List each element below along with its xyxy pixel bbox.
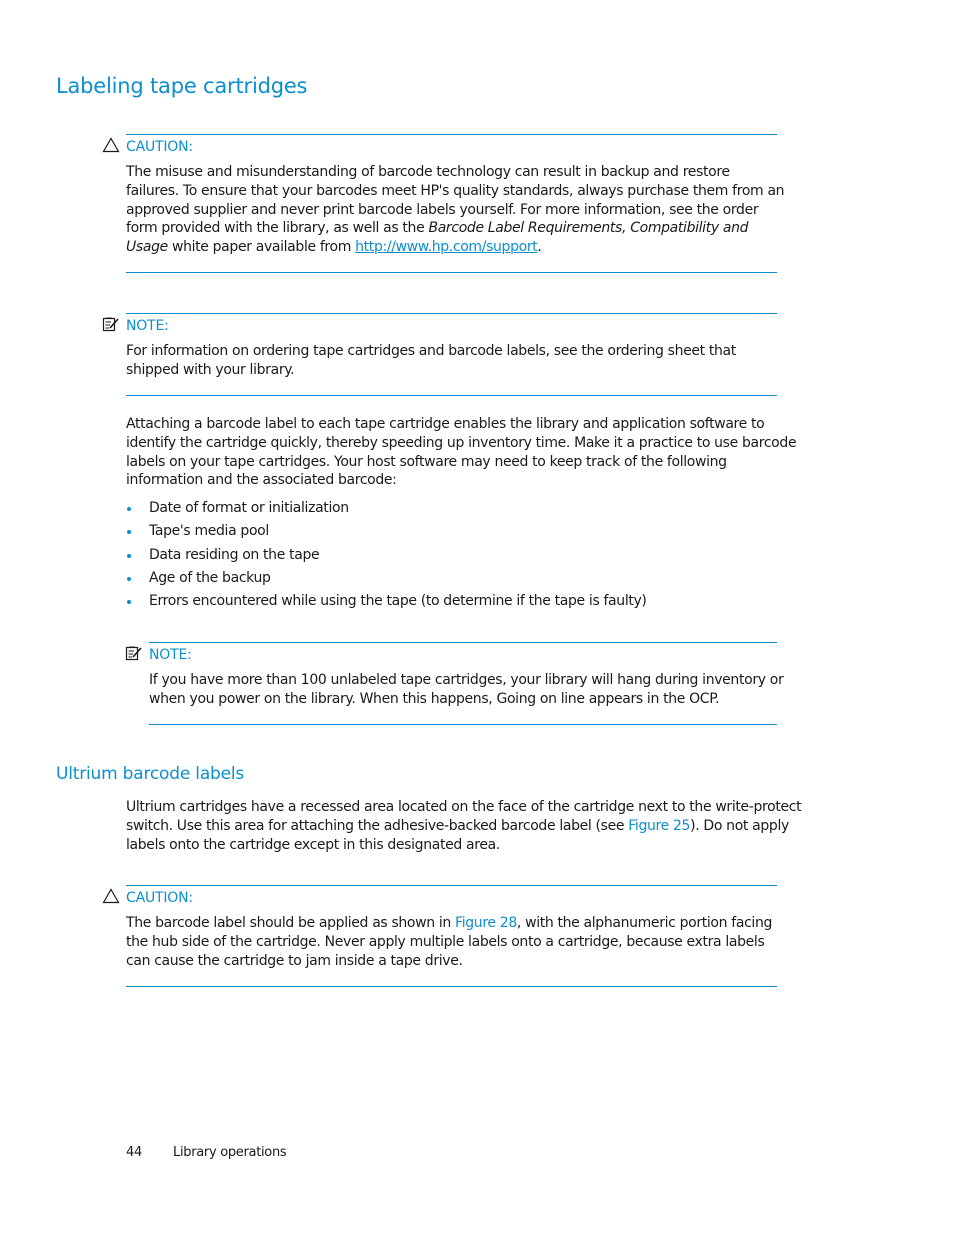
caution-text-end: .: [537, 239, 542, 256]
caution-label: CAUTION:: [126, 890, 193, 906]
bullet-icon: [127, 507, 131, 511]
warning-triangle-icon: [102, 137, 120, 153]
list-item-text: Date of format or initialization: [149, 500, 349, 516]
list-item: Age of the backup: [126, 567, 647, 590]
list-item-text: Tape's media pool: [149, 523, 269, 540]
note-label: NOTE:: [126, 318, 169, 334]
note-pencil-icon: [102, 317, 119, 332]
document-page: Labeling tape cartridges CAUTION: The mi…: [0, 0, 954, 1235]
list-item: Date of format or initialization: [126, 497, 647, 520]
subsection-heading: Ultrium barcode labels: [56, 764, 245, 784]
intro-paragraph: Attaching a barcode label to each tape c…: [126, 416, 797, 489]
note-text: If you have more than 100 unlabeled tape…: [149, 672, 784, 707]
bullet-icon: [127, 530, 131, 535]
list-item: Tape's media pool: [126, 520, 647, 543]
list-item: Errors encountered while using the tape …: [126, 590, 647, 613]
bullet-icon: [127, 576, 131, 581]
list-item-text: Errors encountered while using the tape …: [149, 593, 647, 610]
footer-section-title: Library operations: [173, 1145, 287, 1160]
note-box: NOTE: If you have more than 100 unlabele…: [125, 642, 784, 725]
section-heading: Labeling tape cartridges: [56, 74, 308, 98]
page-number: 44: [126, 1145, 142, 1160]
warning-triangle-icon: [102, 888, 120, 904]
note-pencil-icon: [125, 646, 142, 661]
caution-text-part: white paper available from: [167, 239, 356, 256]
bullet-icon: [127, 600, 131, 605]
information-list: Date of format or initialization Tape's …: [126, 497, 647, 613]
caution-box: CAUTION: The barcode label should be app…: [102, 885, 777, 987]
hp-support-link[interactable]: http://www.hp.com/support: [355, 239, 538, 255]
note-box: NOTE: For information on ordering tape c…: [102, 313, 777, 396]
caution-text: The barcode label should be applied as s…: [126, 914, 786, 970]
ultrium-paragraph: Ultrium cartridges have a recessed area …: [126, 798, 806, 854]
caution-box: CAUTION: The misuse and misunderstanding…: [102, 134, 785, 273]
list-item: Data residing on the tape: [126, 544, 647, 567]
caution-text-part: The barcode label should be applied as s…: [126, 915, 456, 931]
list-item-text: Data residing on the tape: [149, 546, 320, 563]
caution-text: The misuse and misunderstanding of barco…: [126, 163, 786, 257]
list-item-text: Age of the backup: [149, 569, 271, 586]
figure-28-link[interactable]: Figure 28: [455, 915, 517, 931]
note-text: For information on ordering tape cartrid…: [126, 343, 736, 378]
note-label: NOTE:: [149, 647, 192, 663]
bullet-icon: [127, 553, 131, 558]
figure-25-link[interactable]: Figure 25: [628, 818, 690, 834]
caution-label: CAUTION:: [126, 139, 193, 155]
